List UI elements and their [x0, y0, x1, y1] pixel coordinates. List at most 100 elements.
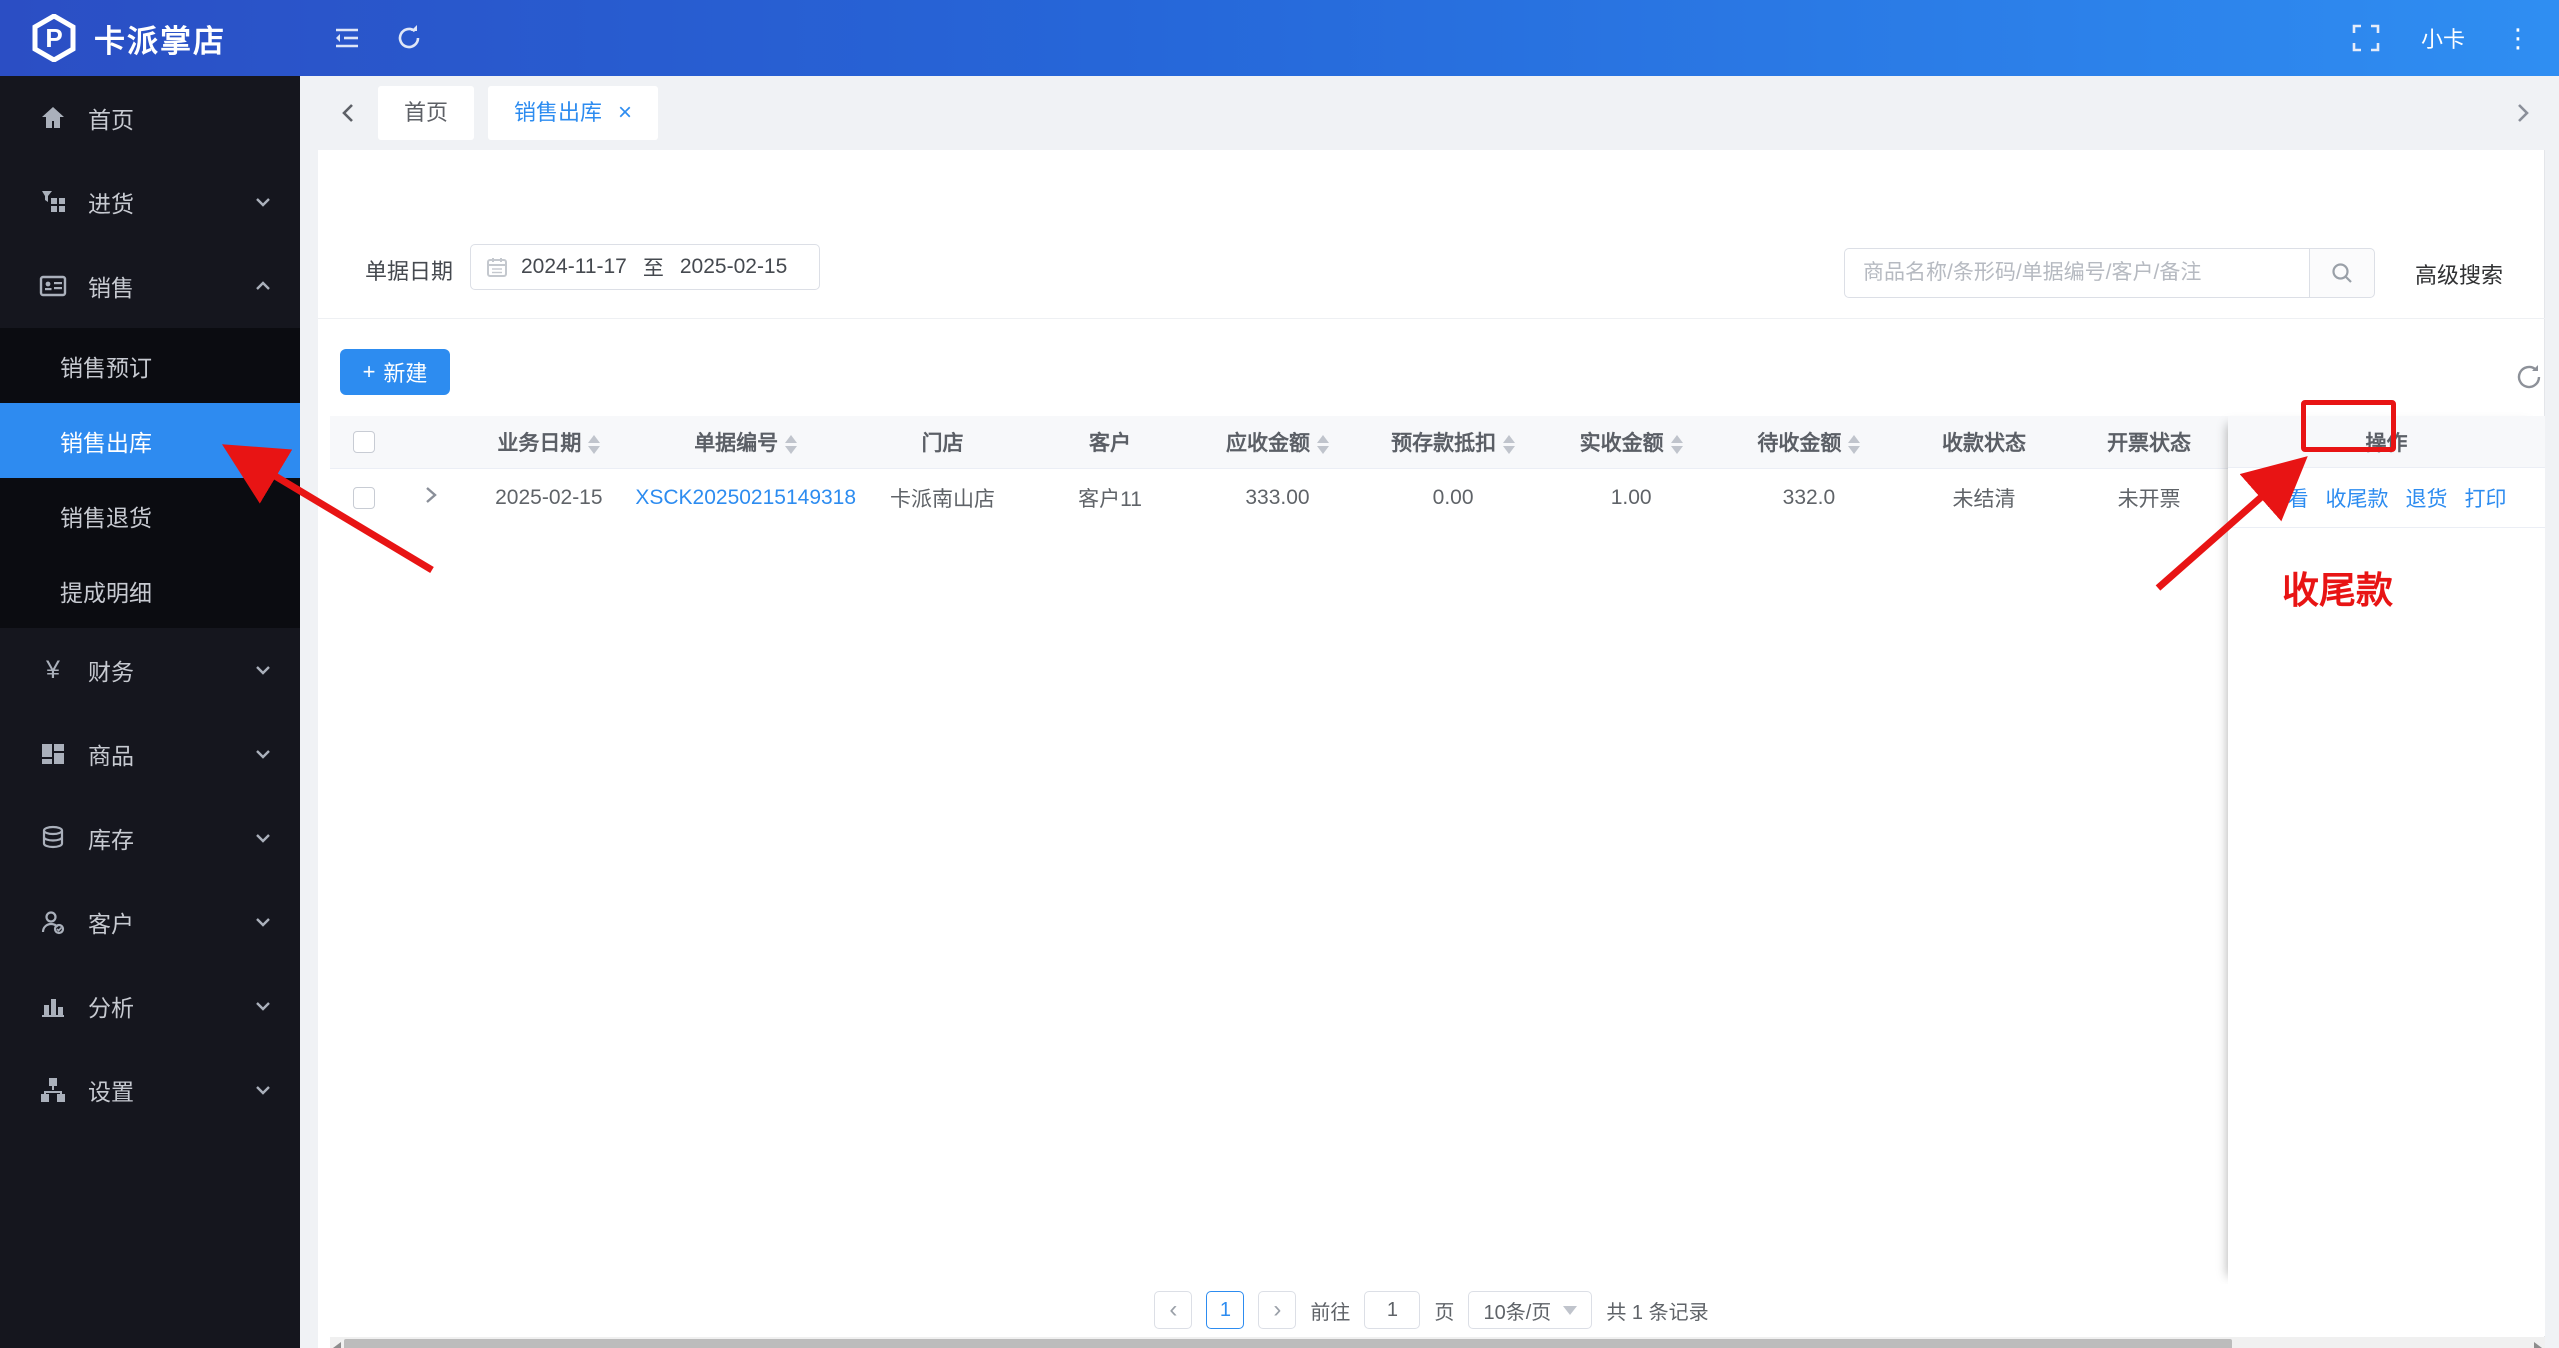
brand-logo-icon: P: [30, 14, 78, 62]
topbar: P 卡派掌店 小卡 ⋮: [0, 0, 2559, 76]
sidebar-item-sales-reserve[interactable]: 销售预订: [0, 328, 300, 403]
finance-icon: ¥: [38, 655, 68, 685]
scrollbar-thumb[interactable]: [344, 1339, 2232, 1348]
prev-page-button[interactable]: ‹: [1154, 1291, 1192, 1329]
chevron-up-icon: [252, 275, 274, 297]
new-button[interactable]: + 新建: [340, 349, 450, 395]
goto-unit: 页: [1434, 1296, 1454, 1325]
chevron-down-icon: [252, 827, 274, 849]
tabs-scroll-right-icon[interactable]: [2507, 98, 2537, 128]
sidebar-item-purchase[interactable]: 进货: [0, 160, 300, 244]
search-group: [1844, 248, 2375, 298]
sidebar-item-customer[interactable]: 客户: [0, 880, 300, 964]
collapse-menu-icon[interactable]: [332, 23, 362, 53]
sort-icon[interactable]: [1317, 435, 1329, 454]
main-content: 首页 销售出库 × 单据日期 2024-11-17 至 2025-02-15: [300, 76, 2559, 1348]
total-records: 共 1 条记录: [1606, 1296, 1708, 1325]
scroll-left-arrow[interactable]: [333, 1342, 341, 1348]
sidebar-item-inventory[interactable]: 库存: [0, 796, 300, 880]
row-expand-icon[interactable]: [419, 484, 441, 506]
header-pending: 待收金额: [1720, 416, 1898, 468]
date-range-input[interactable]: 2024-11-17 至 2025-02-15: [470, 244, 820, 290]
fullscreen-icon[interactable]: [2351, 23, 2381, 53]
chevron-down-icon: [252, 743, 274, 765]
tab-sales-outbound[interactable]: 销售出库 ×: [488, 86, 658, 140]
header-expand: [399, 416, 463, 468]
advanced-search-link[interactable]: 高级搜索: [2415, 258, 2503, 290]
sidebar-item-sales-return[interactable]: 销售退货: [0, 478, 300, 553]
print-link[interactable]: 打印: [2465, 483, 2507, 513]
sort-icon[interactable]: [588, 435, 600, 454]
doc-no-link[interactable]: XSCK20250215149318: [635, 486, 856, 509]
cell-pay-status: 未结清: [1898, 468, 2070, 528]
header-received: 实收金额: [1542, 416, 1720, 468]
pagination: ‹ 1 › 前往 页 10条/页 共 1 条记录: [318, 1284, 2545, 1336]
next-page-button[interactable]: ›: [1258, 1291, 1296, 1329]
page-card: 单据日期 2024-11-17 至 2025-02-15 高级搜索: [318, 150, 2545, 1348]
sort-icon[interactable]: [1848, 435, 1860, 454]
goto-page-input[interactable]: [1364, 1291, 1420, 1329]
sort-icon[interactable]: [1503, 435, 1515, 454]
page-number-button[interactable]: 1: [1206, 1291, 1244, 1329]
search-button[interactable]: [2309, 248, 2375, 298]
search-icon: [2329, 260, 2355, 286]
calendar-icon: [485, 255, 509, 279]
tab-close-icon[interactable]: ×: [618, 86, 632, 140]
chevron-down-icon: [252, 995, 274, 1017]
collect-balance-link[interactable]: 收尾款: [2326, 483, 2389, 513]
sort-icon[interactable]: [785, 435, 797, 454]
topbar-right: 小卡 ⋮: [2351, 22, 2559, 54]
date-start-value: 2024-11-17: [521, 255, 627, 279]
view-link[interactable]: 查看: [2267, 483, 2309, 513]
caret-down-icon: [1563, 1306, 1577, 1315]
date-filter-label: 单据日期: [365, 254, 453, 286]
sidebar-item-goods[interactable]: 商品: [0, 712, 300, 796]
sidebar-item-finance[interactable]: ¥ 财务: [0, 628, 300, 712]
refund-link[interactable]: 退货: [2406, 483, 2448, 513]
sidebar: 首页 进货 销售: [0, 76, 300, 1348]
select-all-checkbox[interactable]: [353, 431, 375, 453]
header-select-all: [330, 416, 399, 468]
date-end-value: 2025-02-15: [680, 255, 787, 279]
sidebar-item-sales-outbound[interactable]: 销售出库: [0, 403, 300, 478]
sidebar-item-analysis[interactable]: 分析: [0, 964, 300, 1048]
header-invoice-status: 开票状态: [2070, 416, 2228, 468]
sales-submenu: 销售预订 销售出库 销售退货 提成明细: [0, 328, 300, 628]
header-date: 业务日期: [462, 416, 635, 468]
table-header-row: 业务日期 单据编号 门店 客户 应收金额 预存款抵扣 实收金额 待收金额 收款状…: [330, 416, 2228, 468]
date-separator: 至: [643, 252, 664, 282]
search-input[interactable]: [1844, 248, 2309, 298]
app-window: P 卡派掌店 小卡 ⋮: [0, 0, 2559, 1348]
sidebar-item-home[interactable]: 首页: [0, 76, 300, 160]
cell-invoice-status: 未开票: [2070, 468, 2228, 528]
sidebar-item-commission-detail[interactable]: 提成明细: [0, 553, 300, 628]
goto-label: 前往: [1310, 1296, 1350, 1325]
refresh-icon[interactable]: [394, 23, 424, 53]
home-icon: [38, 103, 68, 133]
sales-icon: [38, 271, 68, 301]
row-checkbox[interactable]: [353, 487, 375, 509]
chevron-down-icon: [252, 911, 274, 933]
plus-icon: +: [363, 359, 376, 385]
sidebar-item-sales[interactable]: 销售: [0, 244, 300, 328]
inventory-icon: [38, 823, 68, 853]
cell-receivable: 333.00: [1191, 468, 1364, 528]
sort-icon[interactable]: [1671, 435, 1683, 454]
more-menu-icon[interactable]: ⋮: [2505, 25, 2531, 51]
chevron-down-icon: [252, 659, 274, 681]
header-pay-status: 收款状态: [1898, 416, 2070, 468]
brand: P 卡派掌店: [0, 14, 300, 62]
tab-home[interactable]: 首页: [378, 86, 474, 140]
scroll-right-arrow[interactable]: [2534, 1342, 2542, 1348]
tabs-scroll-left-icon[interactable]: [334, 98, 364, 128]
table-refresh-icon[interactable]: [2514, 362, 2544, 392]
chevron-down-icon: [252, 191, 274, 213]
user-name[interactable]: 小卡: [2421, 22, 2465, 54]
table-row: 2025-02-15 XSCK20250215149318 卡派南山店 客户11…: [330, 468, 2228, 528]
actions-fixed-column: 操作 查看 收尾款 退货 打印: [2228, 416, 2545, 1284]
brand-title: 卡派掌店: [94, 16, 226, 61]
sidebar-item-settings[interactable]: 设置: [0, 1048, 300, 1132]
row-actions: 查看 收尾款 退货 打印: [2228, 468, 2545, 528]
header-actions: 操作: [2228, 416, 2545, 468]
page-size-select[interactable]: 10条/页: [1468, 1291, 1592, 1329]
